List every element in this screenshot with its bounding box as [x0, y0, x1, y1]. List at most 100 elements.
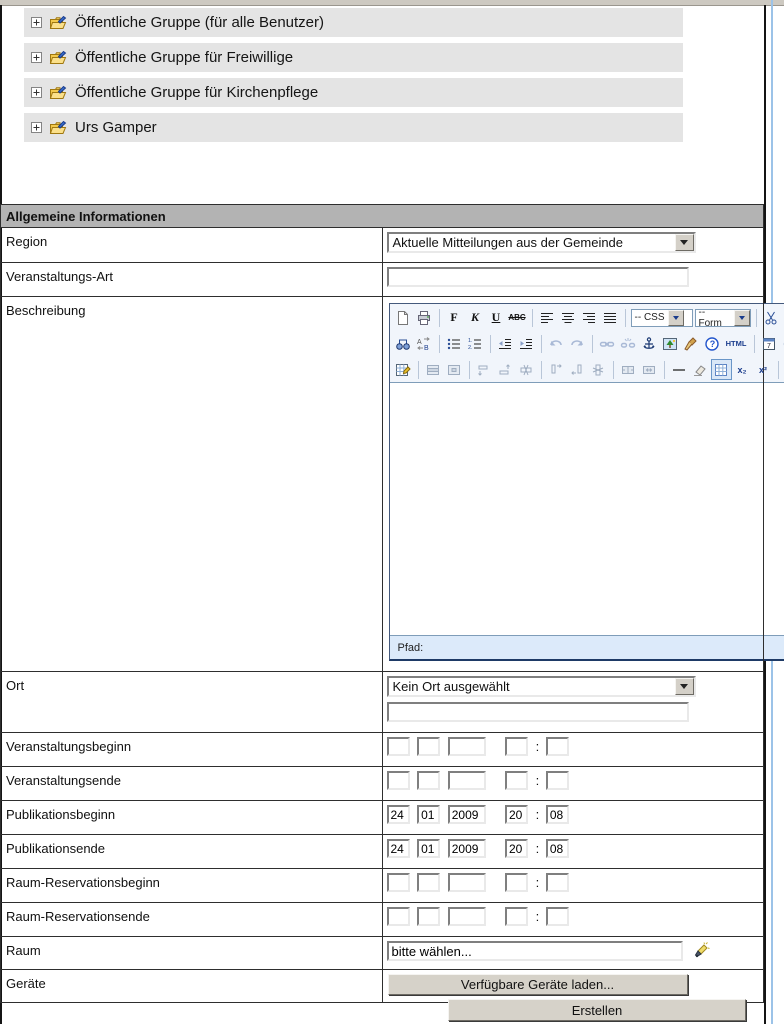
year-input[interactable] [448, 873, 486, 892]
cleanup-icon[interactable] [681, 333, 702, 354]
outdent-icon[interactable] [495, 333, 516, 354]
year-input[interactable] [448, 805, 486, 824]
hour-input[interactable] [505, 771, 528, 790]
hour-input[interactable] [505, 805, 528, 824]
minute-input[interactable] [546, 907, 569, 926]
new-document-icon[interactable] [393, 307, 414, 328]
day-input[interactable] [387, 907, 410, 926]
year-input[interactable] [448, 839, 486, 858]
format-select[interactable]: -- Form [695, 309, 751, 327]
tree-item-label[interactable]: Öffentliche Gruppe für Freiwillige [75, 49, 293, 66]
unlink-icon[interactable] [618, 333, 639, 354]
align-right-icon[interactable] [579, 307, 600, 328]
split-cells-icon[interactable] [618, 359, 639, 380]
merge-cells-icon[interactable] [639, 359, 660, 380]
strikethrough-button[interactable]: ABC [507, 307, 528, 328]
image-icon[interactable] [660, 333, 681, 354]
bold-button[interactable]: F [444, 307, 465, 328]
insert-row-after-icon[interactable] [495, 359, 516, 380]
day-input[interactable] [387, 737, 410, 756]
minute-input[interactable] [546, 771, 569, 790]
expand-icon[interactable] [31, 87, 42, 98]
table-cell-properties-icon[interactable] [444, 359, 465, 380]
expand-icon[interactable] [31, 122, 42, 133]
day-input[interactable] [387, 805, 410, 824]
insert-time-icon[interactable] [780, 333, 784, 354]
load-devices-button[interactable]: Verfügbare Geräte laden... [388, 974, 688, 995]
insert-date-icon[interactable]: 7 [759, 333, 780, 354]
toggle-guidelines-icon[interactable] [711, 359, 732, 380]
tree-item[interactable]: Öffentliche Gruppe (für alle Benutzer) [24, 8, 683, 37]
year-input[interactable] [448, 737, 486, 756]
anchor-icon[interactable] [639, 333, 660, 354]
minute-input[interactable] [546, 873, 569, 892]
dropdown-arrow-icon[interactable] [734, 310, 750, 326]
veranstaltungsart-input[interactable] [387, 267, 689, 287]
insert-column-before-icon[interactable] [546, 359, 567, 380]
align-center-icon[interactable] [558, 307, 579, 328]
print-icon[interactable] [414, 307, 435, 328]
indent-icon[interactable] [516, 333, 537, 354]
region-select[interactable]: Aktuelle Mitteilungen aus der Gemeinde [387, 232, 696, 253]
underline-button[interactable]: U [486, 307, 507, 328]
numbered-list-icon[interactable]: 1.2. [465, 333, 486, 354]
raum-input[interactable] [387, 941, 683, 961]
dropdown-arrow-icon[interactable] [675, 678, 694, 695]
help-icon[interactable]: ? [702, 333, 723, 354]
year-input[interactable] [448, 907, 486, 926]
link-icon[interactable] [597, 333, 618, 354]
redo-icon[interactable] [567, 333, 588, 354]
tree-item-label[interactable]: Urs Gamper [75, 119, 157, 136]
dropdown-arrow-icon[interactable] [675, 234, 694, 251]
month-input[interactable] [417, 907, 440, 926]
flashlight-icon[interactable] [692, 942, 710, 960]
find-icon[interactable] [393, 333, 414, 354]
delete-column-icon[interactable] [588, 359, 609, 380]
day-input[interactable] [387, 839, 410, 858]
cut-icon[interactable] [761, 307, 782, 328]
minute-input[interactable] [546, 805, 569, 824]
horizontal-rule-icon[interactable] [669, 359, 690, 380]
month-input[interactable] [417, 805, 440, 824]
expand-icon[interactable] [31, 17, 42, 28]
tree-item[interactable]: Öffentliche Gruppe für Kirchenpflege [24, 78, 683, 107]
hour-input[interactable] [505, 839, 528, 858]
css-style-select[interactable]: -- CSS [631, 309, 693, 327]
hour-input[interactable] [505, 907, 528, 926]
editor-content[interactable] [390, 382, 784, 635]
align-justify-icon[interactable] [600, 307, 621, 328]
minute-input[interactable] [546, 839, 569, 858]
tree-item[interactable]: Urs Gamper [24, 113, 683, 142]
insert-row-before-icon[interactable] [474, 359, 495, 380]
superscript-button[interactable]: x² [753, 359, 774, 380]
ort-select[interactable]: Kein Ort ausgewählt [387, 676, 696, 697]
italic-button[interactable]: K [465, 307, 486, 328]
html-source-button[interactable]: HTML [723, 333, 750, 354]
table-row-properties-icon[interactable] [423, 359, 444, 380]
tree-item[interactable]: Öffentliche Gruppe für Freiwillige [24, 43, 683, 72]
month-input[interactable] [417, 839, 440, 858]
day-input[interactable] [387, 771, 410, 790]
insert-table-icon[interactable] [393, 359, 414, 380]
month-input[interactable] [417, 873, 440, 892]
align-left-icon[interactable] [537, 307, 558, 328]
subscript-button[interactable]: x₂ [732, 359, 753, 380]
delete-row-icon[interactable] [516, 359, 537, 380]
bullet-list-icon[interactable] [444, 333, 465, 354]
find-replace-icon[interactable]: AB [414, 333, 435, 354]
ort-input[interactable] [387, 702, 689, 722]
create-button[interactable]: Erstellen [448, 999, 746, 1021]
hour-input[interactable] [505, 737, 528, 756]
insert-column-after-icon[interactable] [567, 359, 588, 380]
month-input[interactable] [417, 771, 440, 790]
hour-input[interactable] [505, 873, 528, 892]
day-input[interactable] [387, 873, 410, 892]
minute-input[interactable] [546, 737, 569, 756]
tree-item-label[interactable]: Öffentliche Gruppe für Kirchenpflege [75, 84, 318, 101]
tree-item-label[interactable]: Öffentliche Gruppe (für alle Benutzer) [75, 14, 324, 31]
remove-formatting-icon[interactable] [690, 359, 711, 380]
month-input[interactable] [417, 737, 440, 756]
year-input[interactable] [448, 771, 486, 790]
undo-icon[interactable] [546, 333, 567, 354]
dropdown-arrow-icon[interactable] [668, 310, 684, 326]
